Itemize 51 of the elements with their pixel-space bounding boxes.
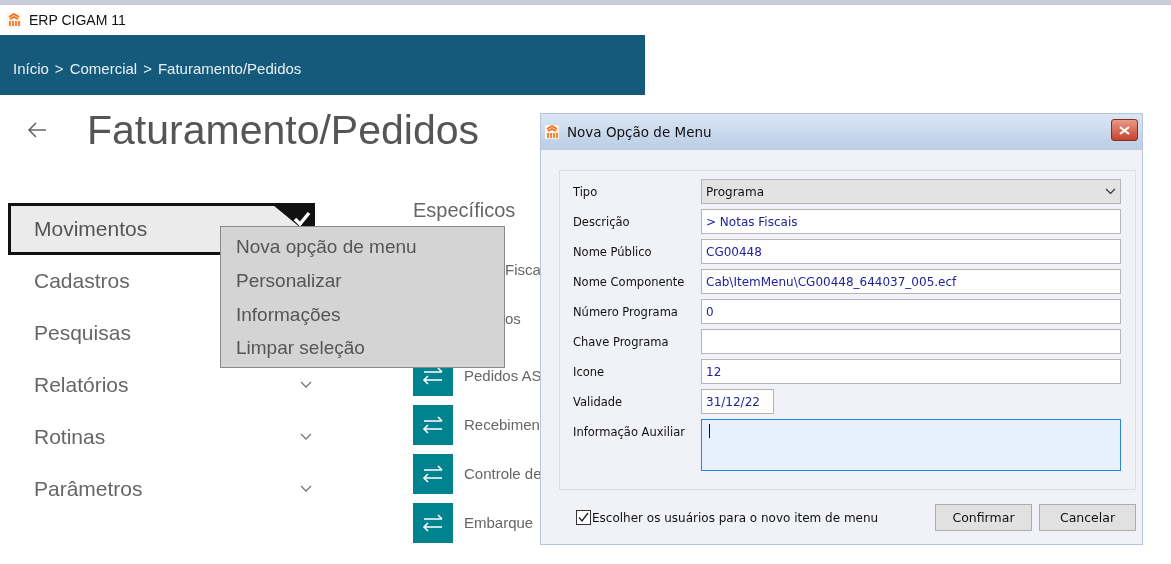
checkbox-label[interactable]: Escolher os usuários para o novo item de menu <box>592 510 879 525</box>
menu-item[interactable]: Personalizar <box>221 265 504 300</box>
field-label: Icone <box>573 364 606 379</box>
window-title: ERP CIGAM 11 <box>29 12 126 28</box>
input-field[interactable]: > Notas Fiscais <box>701 209 1121 234</box>
chevron-down-icon[interactable] <box>300 433 312 441</box>
dialog-button[interactable]: Confirmar <box>935 504 1032 531</box>
dialog-title: Nova Opção de Menu <box>567 124 712 140</box>
back-arrow-icon[interactable] <box>27 120 47 140</box>
program-link[interactable]: Controle de <box>464 465 542 482</box>
breadcrumb-link[interactable]: Faturamento/Pedidos <box>157 59 302 77</box>
text-area[interactable] <box>701 419 1121 471</box>
menu-item[interactable]: Informações <box>221 299 504 334</box>
chevron-down-icon[interactable] <box>300 485 312 493</box>
chevron-down-icon[interactable] <box>300 381 312 389</box>
dialog-logo-icon <box>545 125 559 139</box>
program-link[interactable]: Recebimen <box>464 416 540 433</box>
checkmark-icon <box>293 211 311 227</box>
program-link[interactable]: Pedidos AS <box>464 367 542 384</box>
checkbox[interactable] <box>576 510 591 525</box>
program-link[interactable]: os <box>505 310 521 327</box>
input-field[interactable]: 0 <box>701 299 1121 324</box>
input-field[interactable] <box>701 329 1121 354</box>
type-dropdown[interactable]: Programa <box>701 179 1121 204</box>
input-field[interactable]: 12 <box>701 359 1121 384</box>
nav-item[interactable]: Rotinas <box>8 411 315 463</box>
breadcrumb-separator: > <box>143 59 152 77</box>
program-link[interactable]: Fisca <box>505 261 541 278</box>
nav-item[interactable]: Parâmetros <box>8 463 315 515</box>
app-logo-icon <box>7 13 21 27</box>
close-icon <box>1119 125 1130 135</box>
input-field[interactable]: Cab\ItemMenu\CG00448_644037_005.ecf <box>701 269 1121 294</box>
field-label: Nome Componente <box>573 274 686 289</box>
breadcrumb-link[interactable]: Início <box>13 59 49 77</box>
program-link[interactable]: Embarque <box>464 514 534 531</box>
breadcrumb-separator: > <box>54 59 64 77</box>
input-field[interactable]: 31/12/22 <box>701 389 774 414</box>
field-label: Número Programa <box>573 304 679 319</box>
input-field[interactable]: CG00448 <box>701 239 1121 264</box>
field-label: Descrição <box>573 214 631 229</box>
field-label: Informação Auxiliar <box>573 424 686 439</box>
page-title: Faturamento/Pedidos <box>87 106 479 154</box>
field-label: Validade <box>573 394 624 409</box>
field-label: Nome Público <box>573 244 653 259</box>
field-label: Tipo <box>573 184 599 199</box>
field-label: Chave Programa <box>573 334 670 349</box>
close-button[interactable] <box>1111 119 1138 141</box>
section-heading: Específicos <box>413 197 517 223</box>
breadcrumb-link[interactable]: Comercial <box>69 59 138 77</box>
chevron-down-icon <box>1105 188 1116 195</box>
dialog-button[interactable]: Cancelar <box>1039 504 1136 531</box>
